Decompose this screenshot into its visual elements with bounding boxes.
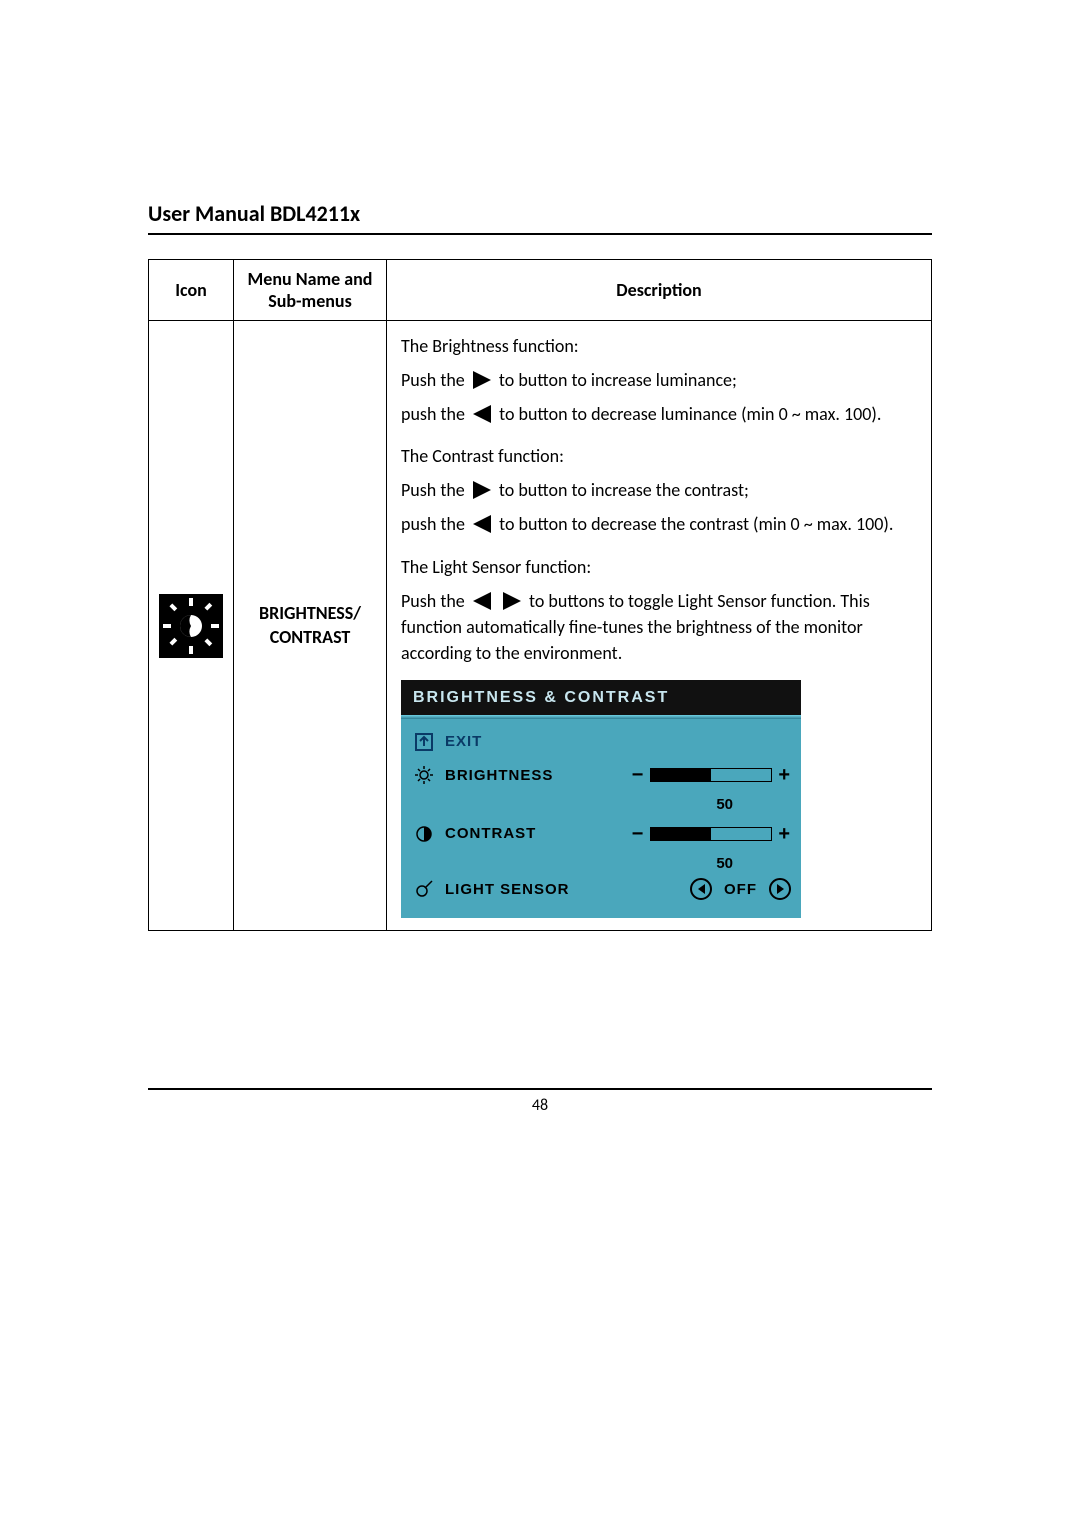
contrast-icon (411, 825, 437, 843)
brightness-bar (650, 768, 772, 782)
contrast-increase-line: Push the to button to increase the contr… (401, 477, 917, 503)
icon-cell (149, 321, 234, 931)
page-title: User Manual BDL4211x (148, 200, 932, 233)
minus-icon[interactable]: − (632, 761, 645, 790)
osd-brightness-item[interactable]: BRIGHTNESS − + (411, 757, 791, 794)
osd-brightness-label: BRIGHTNESS (437, 765, 595, 787)
osd-exit-item[interactable]: EXIT (411, 727, 791, 757)
menu-name: BRIGHTNESS/ CONTRAST (234, 321, 387, 931)
left-arrow-icon (473, 592, 491, 610)
osd-contrast-item[interactable]: CONTRAST − + (411, 816, 791, 853)
osd-lightsensor-label: LIGHT SENSOR (437, 879, 595, 901)
description-cell: The Brightness function: Push the to but… (387, 321, 932, 931)
osd-exit-label: EXIT (437, 731, 595, 753)
brightness-fill (651, 769, 711, 781)
left-arrow-icon (473, 515, 491, 533)
osd-title: BRIGHTNESS & CONTRAST (401, 680, 801, 715)
brightness-contrast-icon (159, 594, 223, 658)
brightness-heading: The Brightness function: (401, 333, 917, 359)
brightness-increase-line: Push the to button to increase luminance… (401, 367, 917, 393)
col-desc: Description (387, 260, 932, 321)
right-arrow-icon (503, 592, 521, 610)
minus-icon[interactable]: − (632, 820, 645, 849)
contrast-bar (650, 827, 772, 841)
osd-contrast-label: CONTRAST (437, 823, 595, 845)
contrast-decrease-line: push the to button to decrease the contr… (401, 511, 917, 537)
exit-icon (411, 733, 437, 751)
col-icon: Icon (149, 260, 234, 321)
lightsensor-line: Push the to buttons to toggle Light Sens… (401, 588, 917, 666)
prev-button[interactable] (690, 878, 712, 900)
contrast-fill (651, 828, 711, 840)
osd-lightsensor-item[interactable]: LIGHT SENSOR OFF (411, 874, 791, 904)
title-rule (148, 233, 932, 235)
col-menu: Menu Name and Sub-menus (234, 260, 387, 321)
page-number: 48 (0, 1096, 1080, 1115)
sun-icon (411, 766, 437, 784)
lightsensor-heading: The Light Sensor function: (401, 554, 917, 580)
contrast-heading: The Contrast function: (401, 443, 917, 469)
osd-description-table: Icon Menu Name and Sub-menus Description (148, 259, 932, 931)
next-button[interactable] (769, 878, 791, 900)
plus-icon[interactable]: + (778, 820, 791, 849)
footer-rule (148, 1088, 932, 1090)
lightsensor-value: OFF (718, 879, 763, 901)
left-arrow-icon (473, 405, 491, 423)
brightness-decrease-line: push the to button to decrease luminance… (401, 401, 917, 427)
brightness-value: 50 (716, 794, 733, 816)
plus-icon[interactable]: + (778, 761, 791, 790)
osd-panel: BRIGHTNESS & CONTRAST EXIT (401, 680, 801, 918)
right-arrow-icon (473, 371, 491, 389)
sensor-icon (411, 880, 437, 898)
right-arrow-icon (473, 481, 491, 499)
contrast-value: 50 (716, 853, 733, 875)
